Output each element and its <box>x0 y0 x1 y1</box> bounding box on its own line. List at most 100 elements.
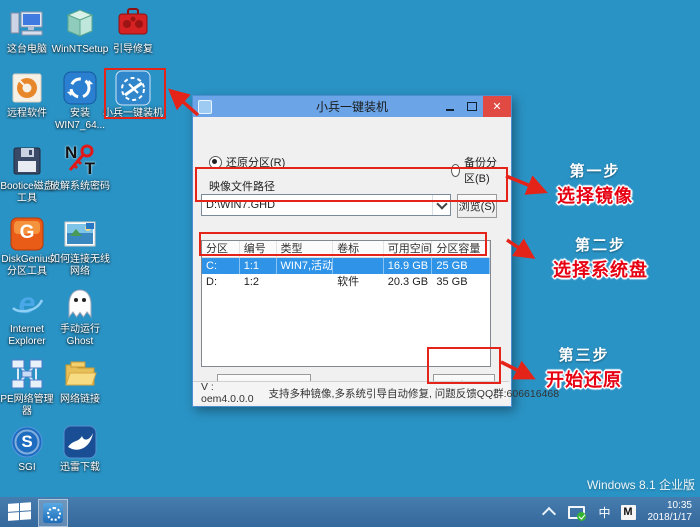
install-gear-icon <box>62 70 98 106</box>
folder-icon <box>62 356 98 392</box>
desktop-icon-label: 远程软件 <box>7 108 47 119</box>
combo-dropdown-button[interactable] <box>432 195 450 215</box>
nt-key-icon: N T <box>62 143 98 179</box>
cell-number: 1:1 <box>240 258 277 274</box>
desktop-icon-label: 小兵一键装机 <box>103 108 163 119</box>
desktop-icon-label: 如何连接无线 网络 <box>50 254 110 277</box>
photo-icon <box>62 216 98 252</box>
red-toolcase-icon <box>115 6 151 42</box>
show-hidden-icons-chevron[interactable] <box>542 506 557 522</box>
step2-subtitle: 选择系统盘 <box>553 260 648 280</box>
desktop-icon-internet-explorer[interactable]: e Internet Explorer <box>0 286 57 348</box>
desktop-icon-boot-repair[interactable]: 引导修复 <box>103 6 163 56</box>
computer-icon <box>9 6 45 42</box>
close-button[interactable]: ✕ <box>483 96 511 117</box>
letter-s: S <box>21 432 33 451</box>
desktop-icon-bootice[interactable]: Bootice磁盘 工具 <box>0 143 57 205</box>
ime-language-indicator[interactable]: 中 <box>598 504 610 521</box>
network-diagram-icon <box>9 356 45 392</box>
col-header: 类型 <box>277 241 334 257</box>
restore-partition-label: 还原分区(R) <box>226 157 286 169</box>
step1-title: 第一步 <box>569 163 621 180</box>
desktop-icon-label: WinNTSetup <box>51 44 109 55</box>
step3-title: 第三步 <box>558 347 610 364</box>
taskbar: 中 M 10:35 2018/1/17 <box>0 497 700 527</box>
remote-software-icon <box>9 70 45 106</box>
cell-volume-label: 软件 <box>337 276 360 288</box>
taskbar-clock[interactable]: 10:35 2018/1/17 <box>648 500 693 524</box>
close-icon: ✕ <box>492 101 502 113</box>
desktop: 这台电脑 WinNTSetup 引导修复 远程软件 安装 WIN7_64... … <box>0 0 700 527</box>
desktop-icon-xiaobing-installer[interactable]: 小兵一键装机 <box>103 70 163 120</box>
desktop-icon-label: 手动运行 Ghost <box>60 324 100 347</box>
col-header: 卷标 <box>333 241 384 257</box>
status-text: 支持多种镜像,多系统引导自动修复, 问题反馈QQ群:606616468 <box>268 387 560 400</box>
annotation-step1: 第一步 选择镜像 <box>535 160 655 208</box>
start-button[interactable] <box>8 502 32 522</box>
dialog-statusbar: V : oem4.0.0.0 支持多种镜像,多系统引导自动修复, 问题反馈QQ群… <box>193 381 559 405</box>
desktop-icon-install-win7[interactable]: 安装 WIN7_64... <box>50 70 110 132</box>
desktop-icon-thunder-download[interactable]: 迅雷下载 <box>50 424 110 474</box>
desktop-icon-network-links[interactable]: 网络链接 <box>50 356 110 406</box>
radio-unselected-icon <box>451 163 460 177</box>
desktop-icon-ghost[interactable]: 手动运行 Ghost <box>50 286 110 348</box>
desktop-icon-label: SGI <box>18 462 36 473</box>
table-header-row: 分区 编号 类型 卷标 可用空间 分区容量 <box>202 241 490 258</box>
table-row-c-selected[interactable]: C: 1:1 WIN7,活动 16.9 GB 25 GB <box>202 258 490 274</box>
col-header: 分区容量 <box>432 241 490 257</box>
desktop-icon-label: DiskGenius 分区工具 <box>1 254 53 277</box>
cell-type: WIN7,活动 <box>277 258 334 274</box>
desktop-icon-wireless-help[interactable]: 如何连接无线 网络 <box>50 216 110 278</box>
cell-partition: C: <box>202 258 240 274</box>
taskbar-app-xiaobing[interactable] <box>38 499 68 527</box>
backup-partition-label: 备份分区(B) <box>463 157 497 185</box>
ime-mode-indicator[interactable]: M <box>620 504 636 520</box>
image-path-combobox[interactable]: D:\WIN7.GHD <box>201 194 451 216</box>
desktop-icon-sgi[interactable]: S SGI <box>0 424 57 474</box>
cell-capacity: 25 GB <box>432 258 490 274</box>
desktop-icon-label: 这台电脑 <box>7 44 47 55</box>
ie-icon: e <box>9 286 45 322</box>
image-path-label: 映像文件路径 <box>209 181 275 193</box>
annotation-step2: 第二步 选择系统盘 <box>528 234 673 282</box>
desktop-icon-pe-network-manager[interactable]: PE网络管理器 <box>0 356 57 418</box>
network-status-icon[interactable] <box>568 505 587 521</box>
windows-logo-icon <box>8 512 19 521</box>
sgi-icon: S <box>9 424 45 460</box>
browse-button[interactable]: 浏览(S) <box>457 194 497 218</box>
image-path-value: D:\WIN7.GHD <box>206 199 276 211</box>
table-row-d[interactable]: D: 1:2 软件 20.3 GB 35 GB <box>202 274 490 290</box>
col-header: 分区 <box>202 241 240 257</box>
desktop-icon-remote-software[interactable]: 远程软件 <box>0 70 57 120</box>
xiaobing-app-icon-small <box>43 503 63 523</box>
network-ok-check-icon <box>577 511 587 521</box>
minimize-icon <box>446 109 454 111</box>
desktop-icon-label: Internet Explorer <box>8 324 46 347</box>
desktop-icon-label: 引导修复 <box>113 44 153 55</box>
windows-logo-icon <box>20 511 31 520</box>
desktop-icon-this-pc[interactable]: 这台电脑 <box>0 6 57 56</box>
desktop-icon-crack-password[interactable]: N T 破解系统密码 <box>50 143 110 193</box>
cell-partition: D: <box>206 276 217 288</box>
letter-g: G <box>19 222 35 243</box>
windows-logo-icon <box>20 502 31 511</box>
minimize-button[interactable] <box>439 96 461 117</box>
desktop-icon-diskgenius[interactable]: G DiskGenius 分区工具 <box>0 216 57 278</box>
col-header: 可用空间 <box>384 241 433 257</box>
desktop-icon-winntsetup[interactable]: WinNTSetup <box>50 6 110 56</box>
maximize-button[interactable] <box>461 96 483 117</box>
partition-table: 分区 编号 类型 卷标 可用空间 分区容量 C: 1:1 WIN7,活动 16.… <box>201 240 491 367</box>
desktop-icon-label: 破解系统密码 <box>50 181 110 192</box>
desktop-icon-label: PE网络管理器 <box>0 394 54 417</box>
system-tray: 中 M 10:35 2018/1/17 <box>542 497 700 527</box>
backup-partition-radio[interactable]: 备份分区(B) <box>451 154 501 186</box>
desktop-icon-label: 迅雷下载 <box>60 462 100 473</box>
windows-logo-icon <box>8 503 19 512</box>
diskgenius-icon: G <box>9 216 45 252</box>
restore-partition-radio[interactable]: 还原分区(R) <box>209 154 285 170</box>
dialog-titlebar[interactable]: 小兵一键装机 ✕ <box>193 96 511 117</box>
desktop-icon-label: 网络链接 <box>60 394 100 405</box>
package-box-icon <box>62 6 98 42</box>
step1-subtitle: 选择镜像 <box>557 186 633 206</box>
xiaobing-app-icon <box>115 70 151 106</box>
